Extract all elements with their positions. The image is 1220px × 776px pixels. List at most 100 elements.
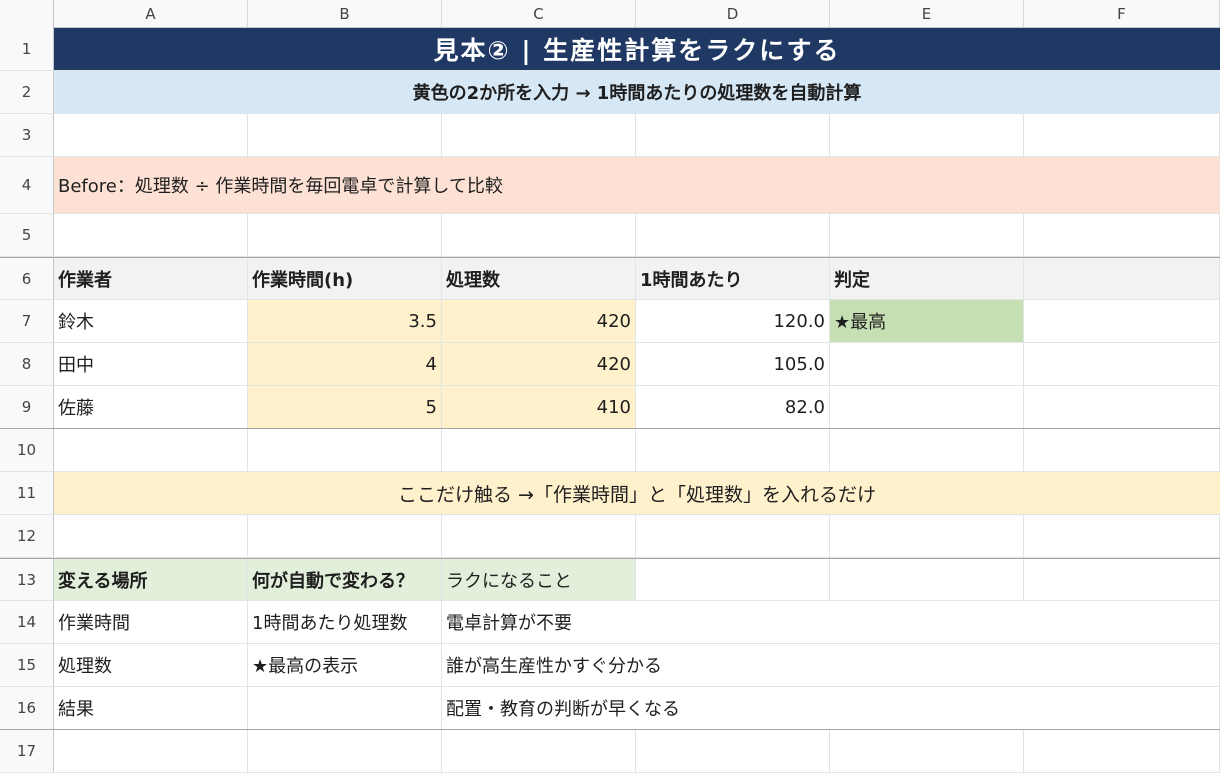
cell-d17[interactable]	[636, 730, 830, 772]
column-header-row: A B C D E F	[0, 0, 1220, 28]
header-count[interactable]: 処理数	[442, 258, 636, 299]
cell-f7[interactable]	[1024, 300, 1220, 342]
cell-c12[interactable]	[442, 515, 636, 557]
subtitle-cell[interactable]: 黄色の2か所を入力 → 1時間あたりの処理数を自動計算	[54, 71, 1220, 113]
row-header-15[interactable]: 15	[0, 644, 54, 686]
touch-note-cell[interactable]: ここだけ触る →「作業時間」と「処理数」を入れるだけ	[54, 472, 1220, 514]
row-header-5[interactable]: 5	[0, 214, 54, 256]
worker-name-cell[interactable]: 佐藤	[54, 386, 248, 428]
cell-d12[interactable]	[636, 515, 830, 557]
row-header-4[interactable]: 4	[0, 157, 54, 213]
header-hours[interactable]: 作業時間(h)	[248, 258, 442, 299]
cell-a12[interactable]	[54, 515, 248, 557]
hours-input-cell[interactable]: 4	[248, 343, 442, 385]
header-judge[interactable]: 判定	[830, 258, 1024, 299]
cell-f5[interactable]	[1024, 214, 1220, 256]
select-all-corner[interactable]	[0, 0, 54, 28]
auto-change-cell[interactable]	[248, 687, 442, 729]
cell-b12[interactable]	[248, 515, 442, 557]
cell-e10[interactable]	[830, 429, 1024, 471]
cell-e12[interactable]	[830, 515, 1024, 557]
cell-e13[interactable]	[830, 559, 1024, 600]
change-place-cell[interactable]: 作業時間	[54, 601, 248, 643]
cell-grid: 1 見本② | 生産性計算をラクにする 2 黄色の2か所を入力 → 1時間あたり…	[0, 28, 1220, 773]
cell-e17[interactable]	[830, 730, 1024, 772]
cell-d10[interactable]	[636, 429, 830, 471]
benefit-cell[interactable]: 電卓計算が不要	[442, 601, 1220, 643]
count-input-cell[interactable]: 410	[442, 386, 636, 428]
row-header-10[interactable]: 10	[0, 429, 54, 471]
before-cell[interactable]: Before：処理数 ÷ 作業時間を毎回電卓で計算して比較	[54, 157, 1220, 213]
cell-c5[interactable]	[442, 214, 636, 256]
row-header-9[interactable]: 9	[0, 386, 54, 428]
judge-cell[interactable]	[830, 343, 1024, 385]
row-header-8[interactable]: 8	[0, 343, 54, 385]
cell-f9[interactable]	[1024, 386, 1220, 428]
change-place-cell[interactable]: 処理数	[54, 644, 248, 686]
header-per-hour[interactable]: 1時間あたり	[636, 258, 830, 299]
row-header-14[interactable]: 14	[0, 601, 54, 643]
cell-c17[interactable]	[442, 730, 636, 772]
cell-d13[interactable]	[636, 559, 830, 600]
cell-e5[interactable]	[830, 214, 1024, 256]
judge-best-cell[interactable]: ★最高	[830, 300, 1024, 342]
header-change-place[interactable]: 変える場所	[54, 559, 248, 600]
worker-name-cell[interactable]: 鈴木	[54, 300, 248, 342]
cell-b5[interactable]	[248, 214, 442, 256]
benefit-cell[interactable]: 誰が高生産性かすぐ分かる	[442, 644, 1220, 686]
row-header-2[interactable]: 2	[0, 71, 54, 113]
row-header-6[interactable]: 6	[0, 258, 54, 299]
auto-change-cell[interactable]: ★最高の表示	[248, 644, 442, 686]
cell-a17[interactable]	[54, 730, 248, 772]
cell-a3[interactable]	[54, 114, 248, 156]
benefit-cell[interactable]: 配置・教育の判断が早くなる	[442, 687, 1220, 729]
row-header-7[interactable]: 7	[0, 300, 54, 342]
header-benefit[interactable]: ラクになること	[442, 559, 636, 600]
row-header-11[interactable]: 11	[0, 472, 54, 514]
per-hour-cell[interactable]: 82.0	[636, 386, 830, 428]
count-input-cell[interactable]: 420	[442, 300, 636, 342]
column-header-b[interactable]: B	[248, 0, 442, 27]
column-header-f[interactable]: F	[1024, 0, 1220, 27]
cell-f12[interactable]	[1024, 515, 1220, 557]
cell-b3[interactable]	[248, 114, 442, 156]
count-input-cell[interactable]: 420	[442, 343, 636, 385]
cell-c10[interactable]	[442, 429, 636, 471]
cell-f6[interactable]	[1024, 258, 1220, 299]
cell-f8[interactable]	[1024, 343, 1220, 385]
header-worker[interactable]: 作業者	[54, 258, 248, 299]
worker-name-cell[interactable]: 田中	[54, 343, 248, 385]
per-hour-cell[interactable]: 120.0	[636, 300, 830, 342]
cell-f13[interactable]	[1024, 559, 1220, 600]
row-header-12[interactable]: 12	[0, 515, 54, 557]
cell-a10[interactable]	[54, 429, 248, 471]
header-auto-change[interactable]: 何が自動で変わる？	[248, 559, 442, 600]
row-header-13[interactable]: 13	[0, 559, 54, 600]
cell-f10[interactable]	[1024, 429, 1220, 471]
auto-change-cell[interactable]: 1時間あたり処理数	[248, 601, 442, 643]
cell-d5[interactable]	[636, 214, 830, 256]
column-header-d[interactable]: D	[636, 0, 830, 27]
row-header-3[interactable]: 3	[0, 114, 54, 156]
cell-d3[interactable]	[636, 114, 830, 156]
cell-e3[interactable]	[830, 114, 1024, 156]
row-header-1[interactable]: 1	[0, 28, 54, 70]
title-cell[interactable]: 見本② | 生産性計算をラクにする	[54, 28, 1220, 70]
cell-f3[interactable]	[1024, 114, 1220, 156]
cell-a5[interactable]	[54, 214, 248, 256]
column-header-a[interactable]: A	[54, 0, 248, 27]
cell-c3[interactable]	[442, 114, 636, 156]
change-place-cell[interactable]: 結果	[54, 687, 248, 729]
cell-f17[interactable]	[1024, 730, 1220, 772]
row-header-16[interactable]: 16	[0, 687, 54, 729]
hours-input-cell[interactable]: 3.5	[248, 300, 442, 342]
judge-cell[interactable]	[830, 386, 1024, 428]
column-header-e[interactable]: E	[830, 0, 1024, 27]
cell-b10[interactable]	[248, 429, 442, 471]
per-hour-cell[interactable]: 105.0	[636, 343, 830, 385]
spreadsheet: A B C D E F 1 見本② | 生産性計算をラクにする 2 黄色の2か所…	[0, 0, 1220, 776]
hours-input-cell[interactable]: 5	[248, 386, 442, 428]
cell-b17[interactable]	[248, 730, 442, 772]
row-header-17[interactable]: 17	[0, 730, 54, 772]
column-header-c[interactable]: C	[442, 0, 636, 27]
